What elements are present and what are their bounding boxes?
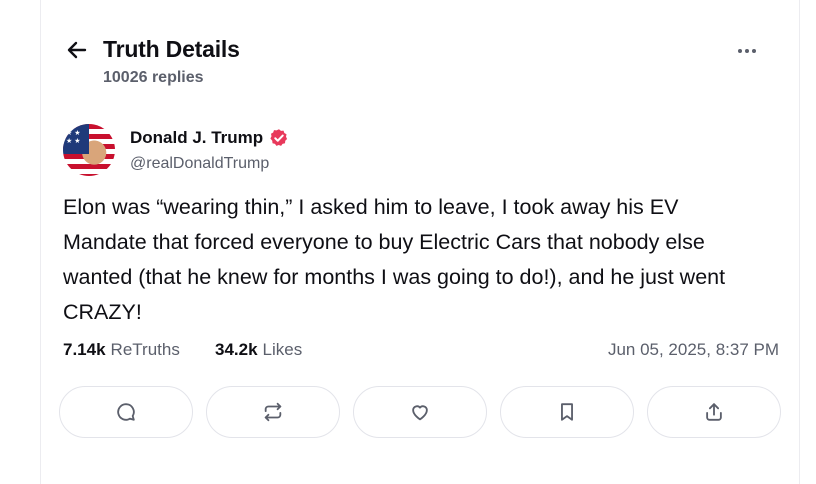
author-handle[interactable]: @realDonaldTrump: [130, 155, 269, 173]
bookmark-icon: [561, 403, 573, 421]
page-header: Truth Details 10026 replies: [63, 34, 777, 94]
author-block: Donald J. Trump @realDonaldTrump: [63, 124, 777, 180]
post-text: Elon was “wearing thin,” I asked him to …: [63, 195, 726, 324]
author-name: Donald J. Trump: [130, 128, 264, 147]
share-icon: [706, 403, 722, 421]
more-options-button[interactable]: [732, 40, 762, 62]
verified-badge-icon: [270, 129, 288, 146]
post-stats: 7.14k ReTruths 34.2k Likes Jun 05, 2025,…: [63, 340, 779, 366]
share-button[interactable]: [647, 386, 781, 438]
bookmark-button[interactable]: [500, 386, 634, 438]
retruths-stat[interactable]: 7.14k ReTruths: [63, 340, 180, 360]
back-button[interactable]: [63, 36, 91, 64]
more-dot-icon: [752, 49, 756, 53]
like-button[interactable]: [353, 386, 487, 438]
likes-label: Likes: [262, 340, 303, 359]
likes-stat[interactable]: 34.2k Likes: [215, 340, 302, 360]
more-dot-icon: [745, 49, 749, 53]
post-timestamp: Jun 05, 2025, 8:37 PM: [607, 340, 779, 359]
page-title: Truth Details: [103, 36, 240, 62]
author-name-row[interactable]: Donald J. Trump: [130, 127, 289, 149]
likes-count: 34.2k: [215, 340, 258, 359]
retruth-icon: [264, 402, 282, 422]
more-dot-icon: [738, 49, 742, 53]
arrow-left-icon: [67, 41, 87, 59]
post-detail-panel: Truth Details 10026 replies Donald J. Tr…: [40, 0, 800, 484]
retruths-label: ReTruths: [110, 340, 180, 359]
action-bar: [59, 386, 783, 440]
avatar[interactable]: [63, 124, 115, 176]
reply-button[interactable]: [59, 386, 193, 438]
replies-count: 10026 replies: [103, 69, 204, 86]
retruth-button[interactable]: [206, 386, 340, 438]
retruths-count: 7.14k: [63, 340, 106, 359]
reply-icon: [117, 403, 135, 421]
heart-icon: [412, 405, 428, 421]
